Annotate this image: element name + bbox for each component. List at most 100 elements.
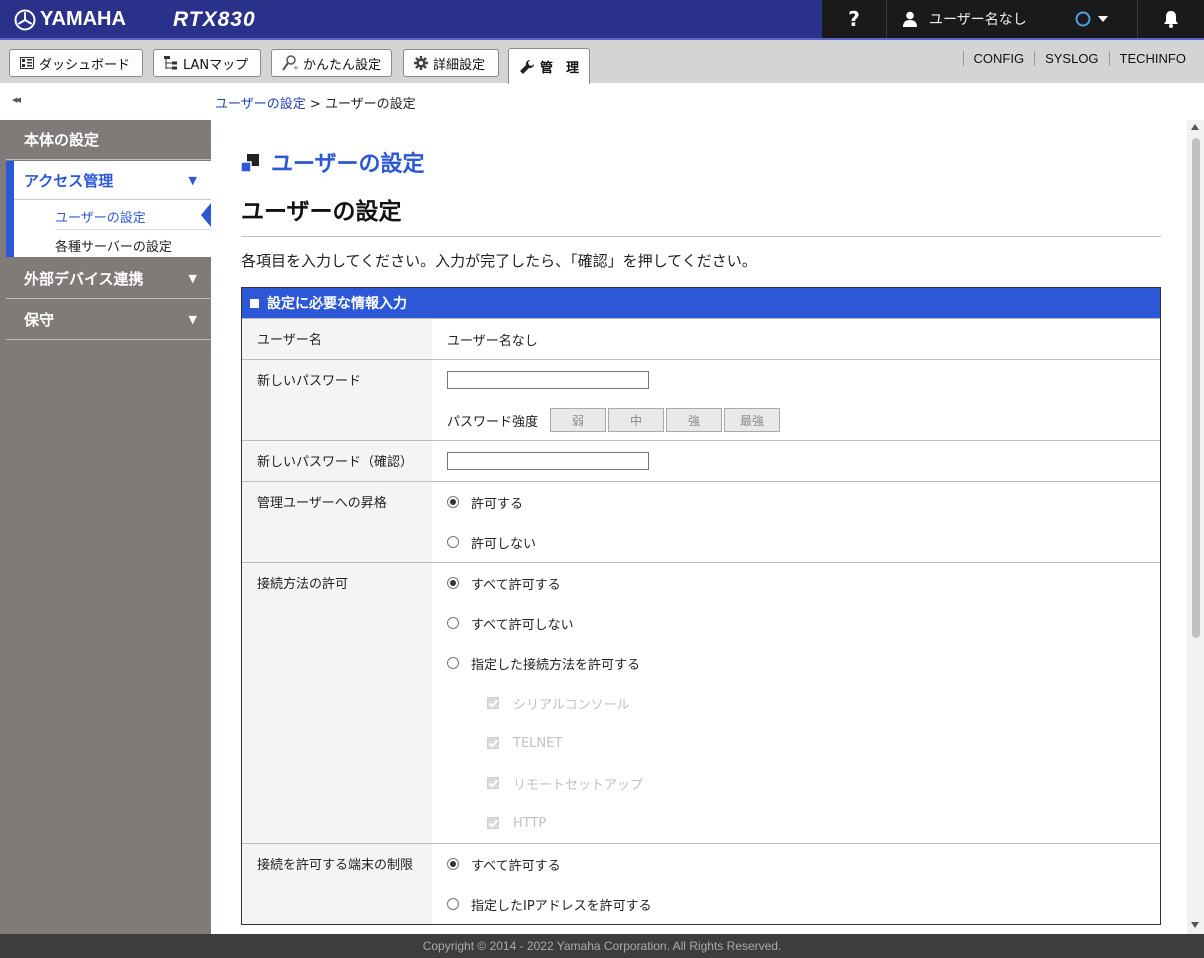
strength-strongest: 最強 [724, 408, 781, 432]
checkbox-label: シリアルコンソール [513, 697, 630, 713]
radio-option[interactable]: すべて許可する [447, 844, 1145, 884]
status-dropdown[interactable] [1075, 11, 1109, 27]
notification-button[interactable] [1137, 0, 1204, 38]
tab-advanced-settings[interactable]: 詳細設定 [403, 49, 499, 77]
radio-option[interactable]: すべて許可しない [447, 603, 1145, 643]
checkbox [487, 817, 499, 829]
divider [14, 199, 211, 200]
footer: Copyright © 2014 - 2022 Yamaha Corporati… [0, 934, 1204, 958]
form-header: 設定に必要な情報入力 [242, 288, 1160, 318]
header-square-icon [250, 298, 259, 308]
sidebar-section-label: 外部デバイス連携 [24, 270, 144, 288]
password-strength-meter: 弱 中 強 最強 [550, 408, 782, 432]
form-row-confirm-password: 新しいパスワード（確認） [242, 440, 1160, 481]
radio-button[interactable] [447, 858, 459, 870]
tab-dashboard[interactable]: ダッシュボード [9, 49, 143, 77]
techinfo-link[interactable]: TECHINFO [1108, 51, 1196, 66]
sidebar-item-user-settings[interactable]: ユーザーの設定 [55, 207, 146, 226]
sidebar-section-label[interactable]: アクセス管理 [24, 161, 113, 199]
radio-option[interactable]: 許可する [447, 482, 1145, 522]
scroll-up-arrow-icon[interactable] [1191, 124, 1199, 130]
radio-button[interactable] [447, 536, 459, 548]
checkbox [487, 777, 499, 789]
model-name: RTX830 [173, 8, 256, 31]
sidebar-section-device-settings[interactable]: 本体の設定 [6, 120, 211, 160]
radio-label: 指定したIPアドレスを許可する [471, 898, 652, 914]
field-label: 接続を許可する端末の制限 [242, 844, 432, 924]
page-title-text: ユーザーの設定 [271, 152, 425, 177]
field-label: 管理ユーザーへの昇格 [242, 482, 432, 562]
dashboard-icon [20, 57, 34, 69]
sidebar-section-access-management: アクセス管理 ▼ ユーザーの設定 各種サーバーの設定 [6, 161, 211, 257]
bell-icon [1164, 11, 1178, 28]
wand-icon: + [282, 55, 298, 71]
tab-lan-map[interactable]: LANマップ [153, 49, 261, 77]
radio-button[interactable] [447, 496, 459, 508]
new-password-input[interactable] [447, 371, 649, 389]
chevron-down-icon [1097, 16, 1108, 22]
form-row-username: ユーザー名 ユーザー名なし [242, 318, 1160, 359]
form-header-label: 設定に必要な情報入力 [267, 296, 407, 312]
tab-easy-setup[interactable]: + かんたん設定 [271, 49, 392, 77]
field-label: 新しいパスワード（確認） [242, 441, 432, 481]
divider [55, 229, 211, 230]
radio-button[interactable] [447, 657, 459, 669]
sidebar-section-maintenance[interactable]: 保守 ▼ [6, 300, 211, 340]
form-row-admin-promotion: 管理ユーザーへの昇格 許可する 許可しない [242, 481, 1160, 562]
user-icon [903, 11, 917, 27]
tab-management[interactable]: 管 理 [508, 48, 590, 84]
radio-button[interactable] [447, 898, 459, 910]
checkbox-option: シリアルコンソール [447, 683, 1145, 723]
checkbox-label: TELNET [513, 735, 563, 751]
sidebar-section-external-devices[interactable]: 外部デバイス連携 ▼ [6, 259, 211, 299]
syslog-link[interactable]: SYSLOG [1034, 51, 1108, 66]
checkbox-label: HTTP [513, 815, 547, 831]
tab-label: 詳細設定 [433, 57, 486, 73]
radio-label: すべて許可する [471, 858, 561, 874]
radio-label: すべて許可しない [471, 617, 574, 633]
chevron-down-icon[interactable]: ▼ [189, 174, 197, 187]
scrollbar[interactable] [1187, 120, 1204, 934]
radio-option[interactable]: 指定した接続方法を許可する [447, 643, 1145, 683]
checkbox [487, 737, 499, 749]
top-links: CONFIG SYSLOG TECHINFO [962, 51, 1196, 66]
sidebar-section-label: 保守 [24, 311, 55, 329]
chevron-down-icon: ▼ [188, 313, 197, 326]
breadcrumb-link[interactable]: ユーザーの設定 [215, 97, 306, 112]
sidebar: 本体の設定 アクセス管理 ▼ ユーザーの設定 各種サーバーの設定 外部デバイス連… [0, 120, 211, 934]
radio-button[interactable] [447, 577, 459, 589]
radio-label: 指定した接続方法を許可する [471, 657, 641, 673]
breadcrumb-separator: > [309, 97, 321, 112]
help-label: ? [848, 7, 860, 31]
user-menu[interactable]: ユーザー名なし [886, 0, 1137, 38]
active-indicator [6, 161, 14, 257]
scroll-down-arrow-icon[interactable] [1191, 922, 1199, 928]
radio-option[interactable]: 指定したIPアドレスを許可する [447, 884, 1145, 924]
radio-button[interactable] [447, 617, 459, 629]
form-row-connection-methods: 接続方法の許可 すべて許可する すべて許可しない 指定した接続方法を許可する シ… [242, 562, 1160, 843]
radio-label: 許可する [471, 496, 524, 512]
config-link[interactable]: CONFIG [962, 51, 1035, 66]
checkbox [487, 697, 499, 709]
tab-label: 管 理 [540, 61, 580, 76]
strength-medium: 中 [608, 408, 665, 432]
brand-name: YAMAHA [40, 8, 126, 30]
yamaha-tuning-fork-icon [14, 9, 36, 30]
svg-text:+: + [293, 64, 298, 71]
scrollbar-thumb[interactable] [1192, 138, 1200, 638]
user-name: ユーザー名なし [929, 12, 1027, 28]
collapse-sidebar-button[interactable]: ◂◂ [12, 93, 21, 106]
wrench-icon [519, 59, 535, 75]
radio-option[interactable]: すべて許可する [447, 563, 1145, 603]
main-content: ユーザーの設定 ユーザーの設定 各項目を入力してください。入力が完了したら、「確… [211, 120, 1187, 934]
breadcrumb-current: ユーザーの設定 [324, 97, 416, 112]
radio-label: 許可しない [471, 536, 537, 552]
sidebar-top: ◂◂ [0, 83, 211, 120]
confirm-password-input[interactable] [447, 452, 649, 470]
tab-label: LANマップ [183, 57, 249, 73]
radio-option[interactable]: 許可しない [447, 522, 1145, 562]
field-label: 新しいパスワード [242, 360, 432, 440]
sidebar-section-label: 本体の設定 [24, 131, 100, 149]
sidebar-item-server-settings[interactable]: 各種サーバーの設定 [55, 236, 172, 255]
help-button[interactable]: ? [822, 0, 886, 38]
